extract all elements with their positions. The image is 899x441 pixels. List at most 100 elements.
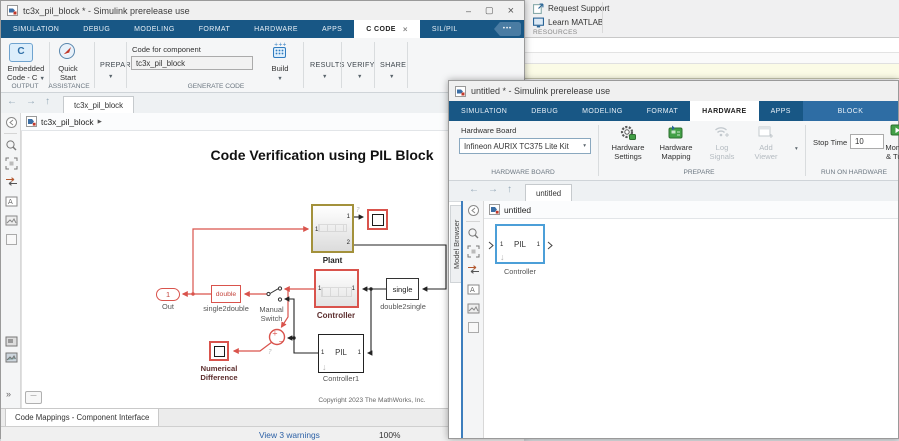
nav-back-icon[interactable]: ← bbox=[469, 184, 479, 195]
image-annotation-icon[interactable] bbox=[467, 302, 480, 315]
numerical-difference-block[interactable] bbox=[209, 341, 229, 361]
outport-block[interactable]: 1 bbox=[156, 288, 180, 301]
quick-start-line1: Quick bbox=[58, 64, 78, 73]
signal-routing-icon[interactable] bbox=[5, 175, 18, 188]
manual-switch-block[interactable] bbox=[266, 286, 283, 302]
tab-hardware[interactable]: HARDWARE bbox=[242, 20, 310, 38]
breadcrumb-model-name[interactable]: tc3x_pil_block bbox=[41, 117, 94, 127]
screenshot-icon[interactable] bbox=[5, 351, 18, 364]
results-dropdown[interactable]: RESULTS bbox=[310, 60, 345, 69]
tab-overflow-button[interactable]: ••• bbox=[494, 22, 521, 36]
share-dropdown[interactable]: SHARE bbox=[380, 60, 406, 69]
nav-back-icon[interactable]: ← bbox=[7, 96, 17, 107]
monitor-tune-button[interactable]: Monitor & Tune bbox=[877, 143, 899, 162]
nav-up-icon[interactable]: ↑ bbox=[507, 184, 512, 195]
down-arrow-badge-icon: ↓ bbox=[322, 362, 327, 372]
nav-forward-icon[interactable]: → bbox=[488, 184, 498, 195]
untitled-model-canvas[interactable]: PIL 1 1 ↓ Controller bbox=[484, 219, 898, 438]
request-support-button[interactable]: Request Support bbox=[533, 3, 609, 14]
embedded-code-line2: Code - C bbox=[7, 73, 38, 83]
tab-simulation[interactable]: SIMULATION bbox=[1, 20, 71, 38]
hide-panel-button[interactable]: — bbox=[25, 391, 42, 404]
simulink-model-icon bbox=[7, 5, 18, 16]
embedded-code-icon[interactable]: C bbox=[9, 43, 33, 62]
pil-block-selected[interactable]: PIL 1 1 ↓ bbox=[488, 224, 553, 264]
monitor-tune-icon[interactable] bbox=[889, 122, 899, 139]
quick-start-icon[interactable] bbox=[58, 42, 77, 60]
tab-c-code[interactable]: C CODE × bbox=[354, 20, 420, 38]
hardware-mapping-icon[interactable] bbox=[667, 124, 685, 141]
tab-hardware[interactable]: HARDWARE bbox=[690, 101, 759, 121]
breadcrumb-model-name[interactable]: untitled bbox=[504, 205, 531, 215]
single2double-block[interactable]: double bbox=[211, 285, 241, 303]
tab-c-code-label: C CODE bbox=[366, 25, 396, 33]
close-button[interactable]: × bbox=[508, 5, 514, 17]
learn-matlab-button[interactable]: Learn MATLAB bbox=[533, 17, 603, 28]
tab-format[interactable]: FORMAT bbox=[187, 20, 242, 38]
verify-dropdown[interactable]: VERIFY bbox=[347, 60, 375, 69]
controller-outport: 1 bbox=[351, 286, 355, 292]
image-annotation-icon[interactable] bbox=[5, 214, 18, 227]
document-tab-tc3x[interactable]: tc3x_pil_block bbox=[63, 96, 134, 113]
left-bottom-tabbar: Code Mappings - Component Interface bbox=[1, 408, 524, 427]
annotation-icon[interactable]: A bbox=[467, 283, 480, 296]
tab-block[interactable]: BLOCK bbox=[802, 101, 898, 121]
nav-forward-icon[interactable]: → bbox=[26, 96, 36, 107]
viewmark-icon[interactable] bbox=[5, 335, 18, 348]
component-name-field[interactable] bbox=[131, 56, 253, 70]
tab-format[interactable]: FORMAT bbox=[635, 101, 690, 121]
browser-toggle-icon[interactable] bbox=[467, 204, 480, 217]
share-caret-icon[interactable]: ▼ bbox=[389, 74, 394, 80]
tab-sil-pil[interactable]: SIL/PIL bbox=[420, 20, 470, 38]
plant-block[interactable]: 1 1 2 bbox=[311, 204, 354, 253]
fit-to-view-icon[interactable] bbox=[467, 245, 480, 258]
hardware-board-select[interactable]: Infineon AURIX TC375 Lite Kit ▾ bbox=[459, 138, 591, 154]
signal-routing-icon[interactable] bbox=[467, 263, 480, 276]
build-icon[interactable]: +++ bbox=[270, 41, 289, 60]
embedded-code-line1: Embedded bbox=[7, 64, 45, 73]
annotation-icon[interactable]: A bbox=[5, 195, 18, 208]
prepare-overflow-caret-icon[interactable]: ▾ bbox=[795, 146, 798, 152]
code-mappings-tab[interactable]: Code Mappings - Component Interface bbox=[5, 409, 160, 427]
verify-caret-icon[interactable]: ▼ bbox=[357, 74, 362, 80]
left-title-bar[interactable]: tc3x_pil_block * - Simulink prerelease u… bbox=[1, 1, 524, 20]
results-caret-icon[interactable]: ▼ bbox=[322, 74, 327, 80]
hardware-mapping-button[interactable]: Hardware Mapping bbox=[653, 143, 699, 162]
browser-toggle-icon[interactable] bbox=[5, 116, 18, 129]
fit-to-view-icon[interactable] bbox=[5, 157, 18, 170]
maximize-button[interactable]: ▢ bbox=[485, 5, 494, 16]
tab-apps[interactable]: APPS bbox=[759, 101, 803, 121]
controller-block[interactable]: 1 1 bbox=[314, 269, 359, 308]
palette-expand-icon[interactable]: » bbox=[6, 389, 11, 399]
area-annotation-icon[interactable] bbox=[467, 321, 480, 334]
hardware-settings-button[interactable]: Hardware Settings bbox=[605, 143, 651, 162]
prepare-caret-icon[interactable]: ▼ bbox=[108, 74, 113, 80]
controller1-pil-block[interactable]: PIL 1 1 ↓ bbox=[318, 334, 364, 373]
build-button[interactable]: Build ▼ bbox=[263, 64, 297, 83]
nav-up-icon[interactable]: ↑ bbox=[45, 96, 50, 107]
tab-close-icon[interactable]: × bbox=[403, 25, 408, 34]
tab-apps[interactable]: APPS bbox=[310, 20, 354, 38]
zoom-icon[interactable] bbox=[5, 139, 18, 152]
monitor-tune-line1: Monitor bbox=[885, 143, 899, 152]
minimize-button[interactable]: – bbox=[466, 6, 471, 16]
quick-start-button[interactable]: Quick Start bbox=[45, 64, 91, 83]
tab-debug[interactable]: DEBUG bbox=[519, 101, 570, 121]
right-title-bar[interactable]: untitled * - Simulink prerelease use bbox=[449, 81, 898, 101]
breadcrumb-caret-icon: ▶ bbox=[97, 118, 102, 125]
question-badge-icon: ? bbox=[356, 206, 360, 214]
tab-modeling[interactable]: MODELING bbox=[570, 101, 635, 121]
question-badge-icon: ? bbox=[268, 348, 272, 356]
tab-simulation[interactable]: SIMULATION bbox=[449, 101, 519, 121]
pil-text: PIL bbox=[335, 348, 347, 357]
hardware-settings-icon[interactable] bbox=[619, 124, 637, 141]
area-annotation-icon[interactable] bbox=[5, 233, 18, 246]
left-window-controls: – ▢ × bbox=[466, 5, 518, 17]
log-signals-icon bbox=[715, 127, 729, 137]
tab-debug[interactable]: DEBUG bbox=[71, 20, 122, 38]
double2single-block[interactable]: single bbox=[386, 278, 419, 300]
tab-modeling[interactable]: MODELING bbox=[122, 20, 187, 38]
zoom-icon[interactable] bbox=[467, 227, 480, 240]
scope-block[interactable] bbox=[367, 209, 388, 230]
document-tab-untitled[interactable]: untitled bbox=[525, 184, 573, 201]
